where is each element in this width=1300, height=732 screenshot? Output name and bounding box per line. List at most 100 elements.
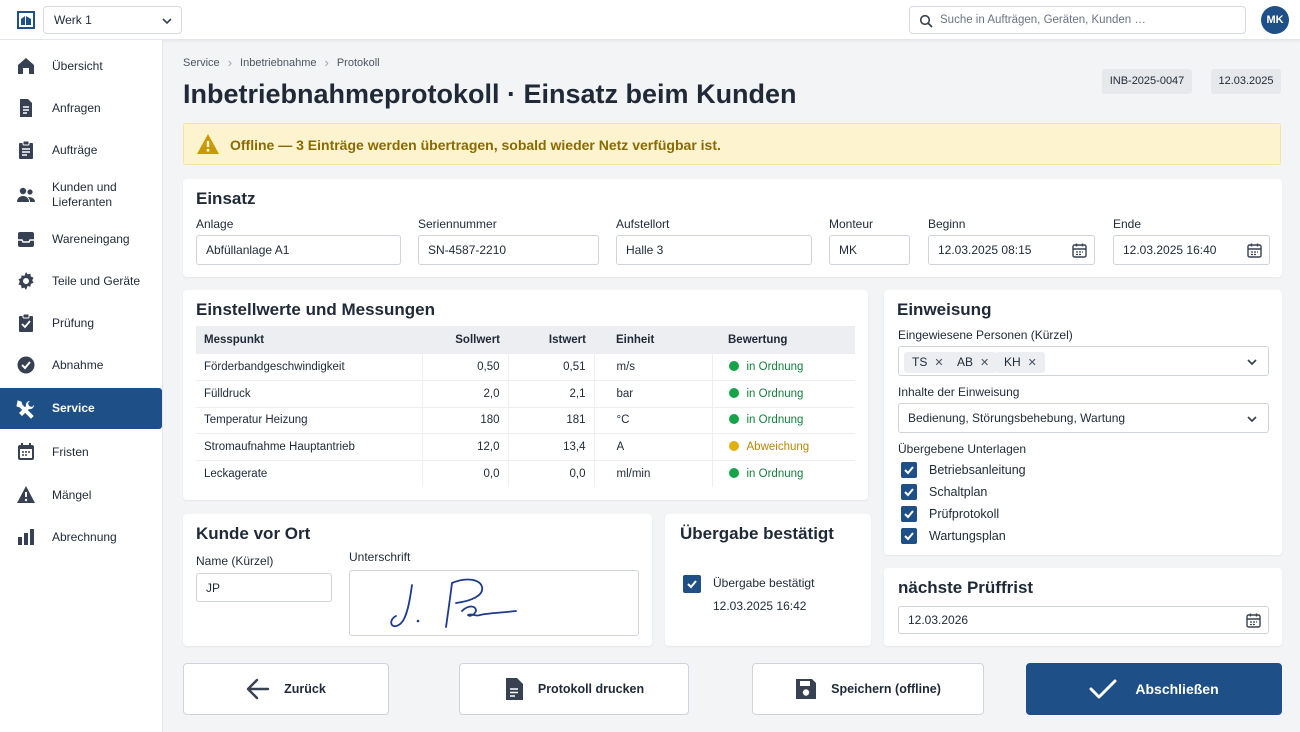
check-icon [904,466,914,475]
handover-card: Übergabe bestätigt Übergabe bestätigt 12… [665,514,871,646]
table-row: Förderbandgeschwindigkeit 0,50 0,51 m/s … [196,354,855,382]
sidebar-item-wareneingang[interactable]: Wareneingang [0,221,162,257]
plant-select-value: Werk 1 [54,13,92,27]
sidebar-item-abrechnung[interactable]: Abrechnung [0,519,162,555]
sidebar-item-pruefung[interactable]: Prüfung [0,305,162,341]
inbox-icon [18,232,34,247]
sidebar-item-anfragen[interactable]: Anfragen [0,90,162,126]
einweisung-title: Einweisung [897,300,992,319]
clipboard-check-icon [19,313,33,332]
handover-title: Übergabe bestätigt [680,524,834,543]
sidebar-item-fristen[interactable]: Fristen [0,434,162,470]
chevron-down-icon[interactable] [1246,357,1258,367]
monteur-field[interactable]: MK [829,235,910,265]
cell-unit: ml/min [594,460,713,487]
rating-text: in Ordnung [746,361,804,374]
finish-button[interactable]: Abschließen [1026,663,1282,715]
gear-icon [18,272,34,290]
serial-field[interactable]: SN-4587-2210 [418,235,599,265]
plant-select[interactable]: Werk 1 [43,6,182,34]
handover-checkbox-label: Übergabe bestätigt [713,576,815,590]
breadcrumb-separator: › [227,55,233,70]
remove-tag-icon[interactable]: ✕ [934,357,943,369]
user-avatar[interactable]: MK [1261,6,1289,34]
checkbox-checked[interactable] [901,506,917,522]
handover-timestamp: 12.03.2025 16:42 [713,599,807,613]
sidebar-item-maengel[interactable]: Mängel [0,477,162,513]
remove-tag-icon[interactable]: ✕ [1028,357,1037,369]
doc-checkbox-row[interactable]: Betriebsanleitung [901,461,1026,479]
checkbox-checked[interactable] [901,462,917,478]
location-field[interactable]: Halle 3 [616,235,812,265]
save-offline-button[interactable]: Speichern (offline) [752,663,984,715]
anlage-value: Abfüllanlage A1 [206,243,290,257]
sidebar-item-uebersicht[interactable]: Übersicht [0,48,162,84]
contents-select[interactable]: Bedienung, Störungsbehebung, Wartung [898,403,1269,433]
checkbox-checked[interactable] [901,528,917,544]
breadcrumb-service[interactable]: Service [183,57,220,69]
sidebar-item-service[interactable]: Service [0,388,162,429]
table-header-row: Messpunkt Sollwert Istwert Einheit Bewer… [196,326,855,354]
status-dot-warn [728,441,739,452]
breadcrumb: Service › Inbetriebnahme › Protokoll [183,55,380,70]
table-row: Leckagerate 0,0 0,0 ml/min in Ordnung [196,460,855,487]
home-icon [18,58,34,74]
customer-title: Kunde vor Ort [196,524,311,543]
col-bewertung: Bewertung [712,326,855,354]
breadcrumb-inbetriebnahme[interactable]: Inbetriebnahme [240,57,316,69]
customer-name-field[interactable]: JP [196,573,332,602]
search-box[interactable] [909,6,1246,34]
sidebar-item-kunden[interactable]: Kunden und Lieferanten [0,174,162,216]
save-icon [796,679,817,699]
handover-checkbox[interactable] [683,575,701,593]
customer-name-value: JP [206,581,221,595]
doc-label: Schaltplan [929,485,988,499]
sidebar-item-abnahme[interactable]: Abnahme [0,347,162,383]
sidebar-item-auftraege[interactable]: Aufträge [0,132,162,168]
chevron-down-icon [162,18,172,25]
date-badge: 12.03.2025 [1211,69,1281,94]
calendar-icon[interactable] [1246,613,1261,628]
signature-pad[interactable] [349,570,639,636]
check-icon [687,580,697,589]
next-inspection-date-field[interactable]: 12.03.2026 [898,606,1269,634]
chevron-down-icon[interactable] [1246,414,1258,424]
save-button-label: Speichern (offline) [831,682,941,696]
col-einheit: Einheit [594,326,712,354]
print-button-label: Protokoll drucken [537,682,645,696]
calendar-icon[interactable] [1247,243,1262,258]
cell-target: 12,0 [422,433,509,461]
doc-checkbox-row[interactable]: Schaltplan [901,483,987,501]
document-icon [20,99,32,117]
einsatz-card: Einsatz Anlage Abfüllanlage A1 Seriennum… [183,179,1282,277]
doc-checkbox-row[interactable]: Wartungsplan [901,527,1006,545]
breadcrumb-separator: › [324,55,329,70]
doc-label: Betriebsanleitung [929,463,1026,477]
search-input[interactable] [940,7,1240,33]
next-inspection-title: nächste Prüffrist [898,578,1034,597]
cell-actual: 2,1 [508,380,595,408]
checkbox-checked[interactable] [901,484,917,500]
start-value: 12.03.2025 08:15 [938,243,1032,257]
start-datetime-field[interactable]: 12.03.2025 08:15 [928,235,1095,265]
cell-target: 0,0 [422,460,509,487]
end-datetime-field[interactable]: 12.03.2025 16:40 [1113,235,1270,265]
page-title: Inbetriebnahmeprotokoll · Einsatz beim K… [183,79,797,109]
anlage-field[interactable]: Abfüllanlage A1 [196,235,401,265]
back-button[interactable]: Zurück [183,663,389,715]
doc-checkbox-row[interactable]: Prüfprotokoll [901,505,999,523]
calendar-icon[interactable] [1072,243,1087,258]
wrench-icon [16,399,35,419]
app-logo-icon[interactable] [16,10,36,30]
arrow-left-icon [246,678,270,700]
end-label: Ende [1113,217,1142,231]
status-dot-ok [728,414,739,425]
person-tag-label: AB [957,355,974,369]
cell-target: 180 [422,407,509,435]
sidebar-item-teile[interactable]: Teile und Geräte [0,263,162,299]
start-label: Beginn [928,217,966,231]
persons-multiselect[interactable]: TS ✕ AB ✕ KH ✕ [898,346,1269,376]
customer-name-label: Name (Kürzel) [196,554,274,568]
print-protocol-button[interactable]: Protokoll drucken [459,663,689,715]
remove-tag-icon[interactable]: ✕ [980,357,989,369]
